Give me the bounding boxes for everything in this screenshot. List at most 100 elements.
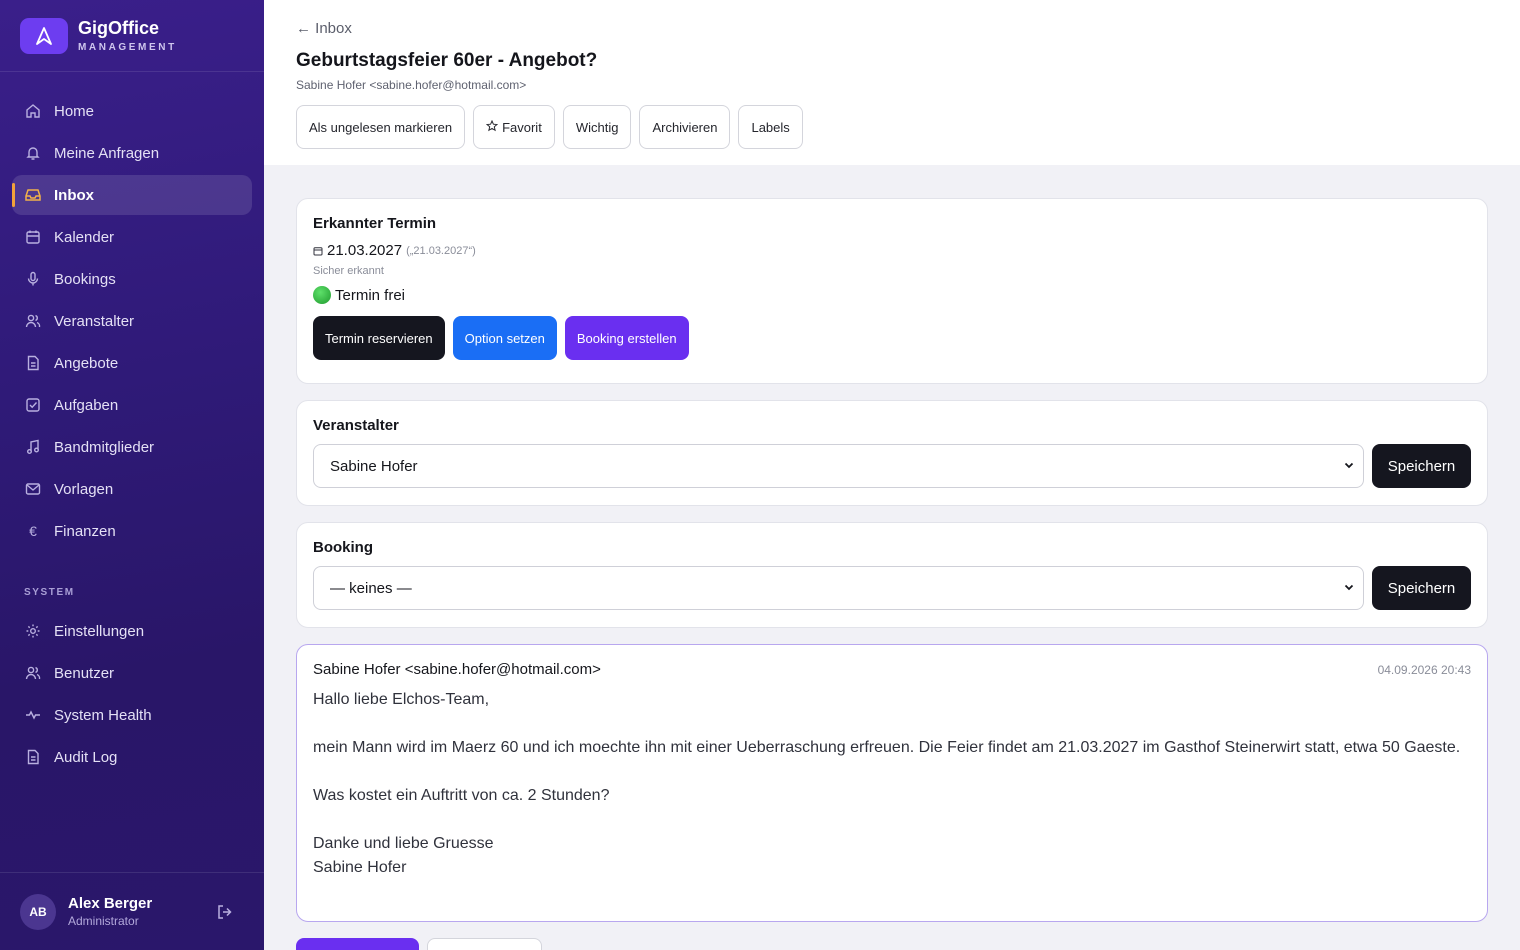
message-paragraph: Was kostet ein Auftritt von ca. 2 Stunde… [313,787,610,804]
create-booking-button[interactable]: Booking erstellen [564,316,689,360]
message-header: ← Inbox Geburtstagsfeier 60er - Angebot?… [264,0,1520,165]
gear-icon [24,622,42,640]
detected-date: 21.03.2027 [327,242,403,259]
sidebar-item-label: Vorlagen [54,480,114,498]
sidebar-item-kalender[interactable]: Kalender [12,217,252,257]
brand[interactable]: GigOffice MANAGEMENT [0,0,264,72]
checkbox-icon [24,396,42,414]
save-organizer-button[interactable]: Speichern [1372,444,1471,488]
important-label: Wichtig [575,119,619,135]
message-greeting: Hallo liebe Elchos-Team, [313,691,490,708]
chevron-down-icon [1343,580,1355,597]
mail-icon [24,480,42,498]
sidebar-item-benutzer[interactable]: Benutzer [12,653,252,693]
sidebar-item-label: Finanzen [54,522,116,540]
sidebar-item-label: Veranstalter [54,312,135,330]
reply-button[interactable] [296,938,419,950]
brand-subtitle: MANAGEMENT [78,42,177,53]
sidebar-item-label: Benutzer [54,664,115,682]
sidebar-item-angebote[interactable]: Angebote [12,343,252,383]
message-paragraph: mein Mann wird im Maerz 60 und ich moech… [313,739,1461,756]
microphone-icon [24,270,42,288]
sidebar-item-veranstalter[interactable]: Veranstalter [12,301,252,341]
message-signature: Sabine Hofer [313,859,407,876]
organizer-title: Veranstalter [313,417,399,434]
sender-line: Sabine Hofer <sabine.hofer@hotmail.com> [296,78,527,92]
chevron-down-icon [1343,458,1355,475]
brand-name: GigOffice [78,18,160,38]
user-role: Administrator [68,914,139,928]
sidebar-item-label: System Health [54,706,152,724]
sidebar-item-inbox[interactable]: Inbox [12,175,252,215]
calendar-icon [313,246,323,256]
music-icon [24,438,42,456]
detected-date-title: Erkannter Termin [313,215,437,232]
sidebar-item-bandmitglieder[interactable]: Bandmitglieder [12,427,252,467]
system-section-label: SYSTEM [24,587,75,598]
sidebar-item-system-health[interactable]: System Health [12,695,252,735]
sidebar-item-home[interactable]: Home [12,91,252,131]
booking-select[interactable]: — keines — [313,566,1364,610]
reserve-date-button[interactable]: Termin reservieren [313,316,445,360]
reply-actions [296,938,542,950]
archive-button[interactable]: Archivieren [639,105,731,149]
document-icon [24,748,42,766]
sidebar-item-label: Audit Log [54,748,118,766]
sidebar-item-vorlagen[interactable]: Vorlagen [12,469,252,509]
back-to-inbox-link[interactable]: ← Inbox [296,20,352,37]
users-icon [24,312,42,330]
sidebar-item-einstellungen[interactable]: Einstellungen [12,611,252,651]
message-card: Sabine Hofer <sabine.hofer@hotmail.com> … [296,644,1488,922]
labels-label: Labels [751,119,790,135]
sidebar: GigOffice MANAGEMENT Home Meine Anfragen… [0,0,264,950]
set-option-button[interactable]: Option setzen [452,316,557,360]
booking-card: Booking — keines — Speichern [296,522,1488,628]
sidebar-item-label: Aufgaben [54,396,119,414]
avatar: AB [20,893,56,930]
calendar-icon [24,228,42,246]
organizer-select[interactable]: Sabine Hofer [313,444,1364,488]
favorite-button[interactable]: Favorit [473,105,555,149]
booking-title: Booking [313,539,373,556]
sidebar-item-finanzen[interactable]: € Finanzen [12,511,252,551]
user-name: Alex Berger [68,895,153,912]
save-booking-button[interactable]: Speichern [1372,566,1471,610]
status-dot-icon [313,286,331,304]
home-icon [24,102,42,120]
organizer-selected-value: Sabine Hofer [330,457,418,475]
mark-unread-button[interactable]: Als ungelesen markieren [296,105,466,149]
user-profile: AB Alex Berger Administrator [0,872,264,950]
mark-unread-label: Als ungelesen markieren [309,119,453,135]
star-icon [485,119,499,135]
sidebar-item-label: Meine Anfragen [54,144,160,162]
secondary-reply-button[interactable] [427,938,542,950]
sidebar-item-audit-log[interactable]: Audit Log [12,737,252,777]
main-nav: Home Meine Anfragen Inbox Kalender Booki… [12,91,252,553]
message-closing: Danke und liebe Gruesse [313,835,494,852]
document-icon [24,354,42,372]
system-nav: Einstellungen Benutzer System Health Aud… [12,611,252,779]
date-actions: Termin reservieren Option setzen Booking… [313,316,1471,360]
sidebar-item-label: Home [54,102,95,120]
sidebar-item-aufgaben[interactable]: Aufgaben [12,385,252,425]
detected-date-raw: („21.03.2027“) [406,244,476,257]
sidebar-item-meine-anfragen[interactable]: Meine Anfragen [12,133,252,173]
inbox-icon [24,186,42,204]
message-sender: Sabine Hofer <sabine.hofer@hotmail.com> [313,661,601,678]
logo-icon [20,17,68,54]
sidebar-item-label: Bookings [54,270,116,288]
bell-icon [24,144,42,162]
sidebar-item-label: Bandmitglieder [54,438,155,456]
users-icon [24,664,42,682]
availability-status: Termin frei [313,286,1471,304]
logout-icon[interactable] [216,903,234,921]
pulse-icon [24,706,42,724]
confidence-label: Sicher erkannt [313,265,384,277]
labels-button[interactable]: Labels [738,105,803,149]
archive-label: Archivieren [652,119,718,135]
favorite-label: Favorit [502,119,542,135]
important-button[interactable]: Wichtig [562,105,632,149]
sidebar-item-bookings[interactable]: Bookings [12,259,252,299]
euro-icon: € [29,523,37,539]
sidebar-item-label: Inbox [54,186,94,204]
